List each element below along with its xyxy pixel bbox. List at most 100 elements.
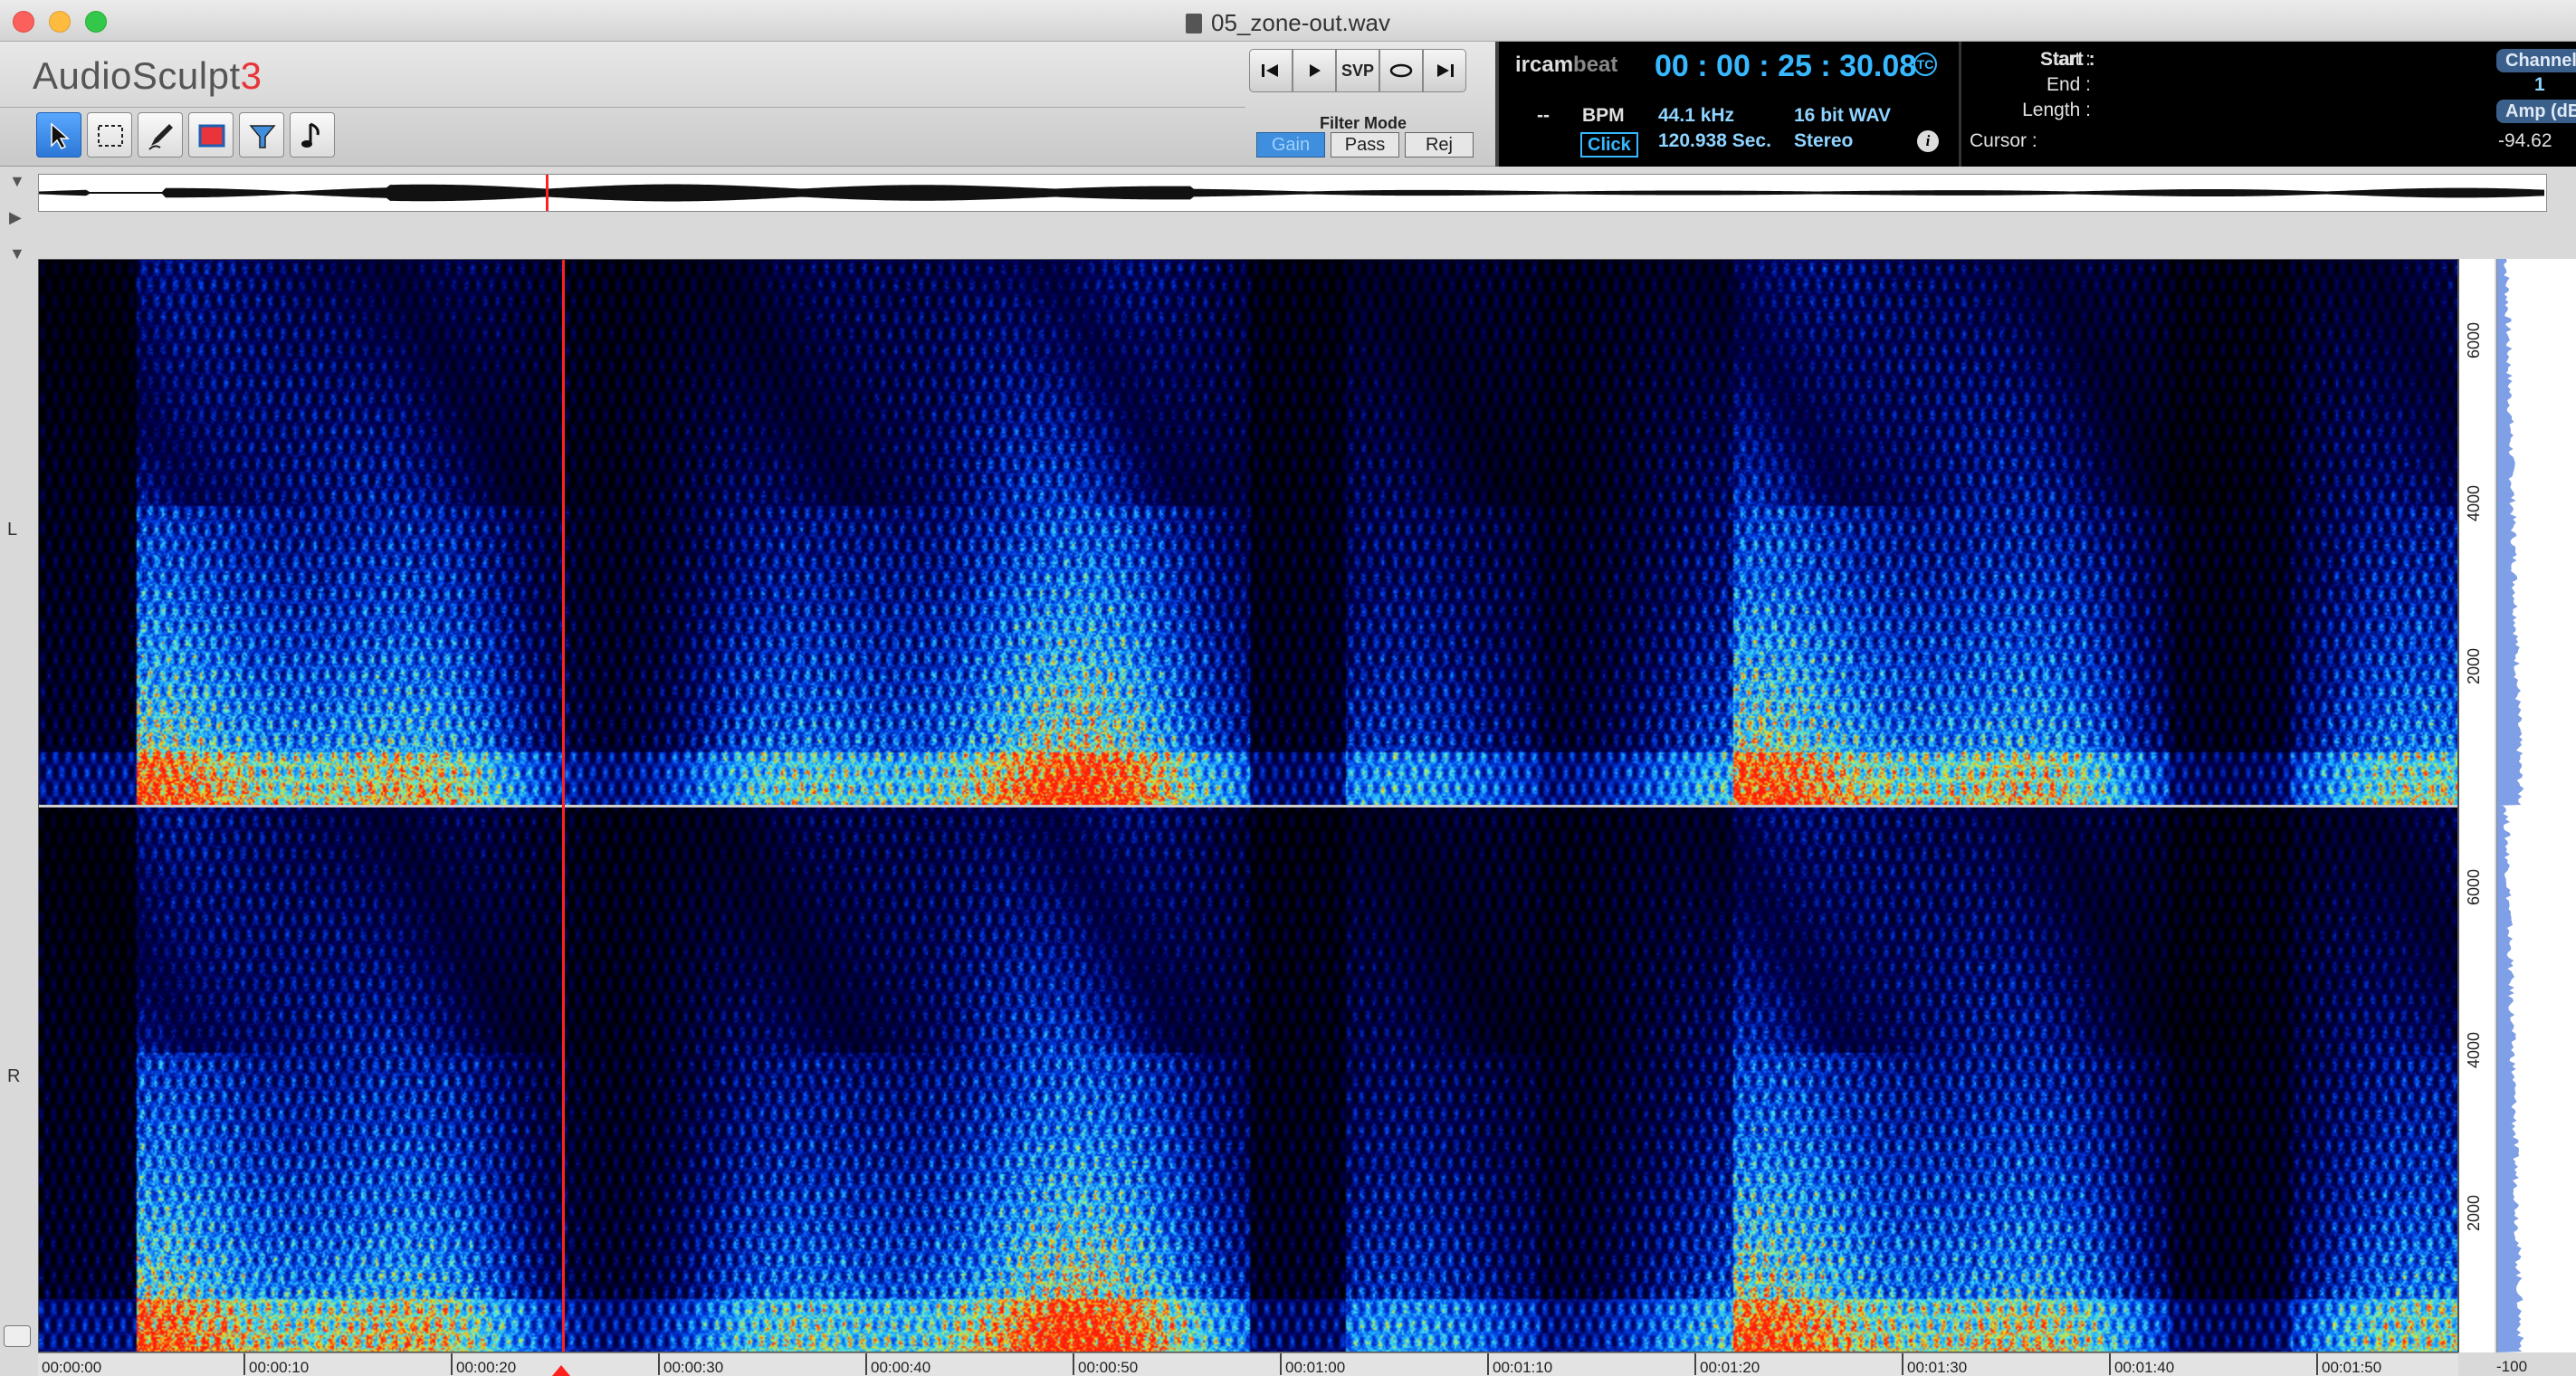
skip-back-icon: [1262, 64, 1278, 77]
channel-value: 1: [2534, 74, 2545, 95]
pencil-tool-button[interactable]: [138, 112, 183, 158]
loop-icon: [1389, 63, 1413, 78]
play-button[interactable]: [1293, 49, 1336, 92]
waveform-shape: [39, 184, 2544, 202]
spectrum-meter-left: [2496, 259, 2576, 806]
frequency-ruler-left: 6000 4000 2000: [2458, 259, 2495, 806]
cursor-value: 00 : 00 : 38 : 74.18: [2053, 130, 2212, 151]
spectrum-meter-svg: [2497, 259, 2524, 806]
app-logo: AudioSculpt3: [33, 54, 262, 98]
channel-box-wrap: Channel: [2440, 49, 2576, 76]
time-tick-label: 00:00:00: [42, 1359, 102, 1376]
time-tick-label: 00:00:40: [871, 1359, 931, 1376]
cursor-hz: 5981.77 Hz: [2241, 130, 2339, 151]
time-tick-label: 00:00:30: [663, 1359, 724, 1376]
amp-box-wrap: Amp (dB): [2440, 100, 2576, 127]
spectrogram-view[interactable]: [38, 259, 2458, 1352]
box-tool-button[interactable]: [188, 112, 234, 158]
pointer-icon: [51, 122, 70, 149]
time-tick-label: 00:00:10: [249, 1359, 310, 1376]
window-title-text: 05_zone-out.wav: [1210, 9, 1391, 36]
collapse-arrow-icon-2[interactable]: ▼: [9, 244, 25, 263]
expand-arrow-icon[interactable]: ▶: [9, 208, 22, 227]
start-hz: 0 Hz: [2328, 49, 2368, 70]
freq-label: 4000: [2465, 1031, 2483, 1068]
time-tick: [658, 1353, 660, 1375]
play-icon: [1310, 64, 1321, 77]
overview-cursor: [546, 175, 549, 211]
time-tick-label: 00:01:50: [2322, 1359, 2382, 1376]
info-rows: Start : 00 : 00 : 00 : 00.01 End : 00 : …: [1499, 42, 2576, 167]
start-label-text: Start :: [2039, 49, 2091, 70]
end-dash: -: [2382, 74, 2389, 95]
logo-version: 3: [240, 54, 262, 97]
note-icon: [301, 122, 320, 148]
freq-label: 4000: [2465, 484, 2483, 521]
time-tick: [1694, 1353, 1696, 1375]
end-value: 00 : 00 : 00 : 00.01: [2096, 74, 2256, 95]
amp-value: -94.62: [2498, 130, 2552, 151]
time-ruler[interactable]: 00:00:00 00:00:10 00:00:20 00:00:30 00:00:40…: [38, 1352, 2458, 1376]
amp-label: Amp (dB): [2496, 100, 2576, 123]
transport-controls: SVP: [1249, 49, 1466, 92]
start-dash: -: [2382, 49, 2389, 70]
selection-tool-button[interactable]: [87, 112, 132, 158]
channel-divider: [39, 805, 2457, 807]
end-hz: 0 Hz: [2328, 74, 2368, 95]
cursor-label: Cursor :: [1970, 130, 2037, 151]
freq-label: 2000: [2465, 1194, 2483, 1231]
time-tick: [1280, 1353, 1282, 1375]
cursor-note: F#8: [2411, 130, 2445, 151]
filter-mode-rej[interactable]: Rej: [1405, 132, 1474, 158]
rewind-button[interactable]: [1249, 49, 1293, 92]
filter-icon: [249, 125, 276, 148]
filter-tool-button[interactable]: [239, 112, 284, 158]
time-tick-label: 00:01:00: [1285, 1359, 1346, 1376]
loop-button[interactable]: [1379, 49, 1423, 92]
time-tick: [243, 1353, 245, 1375]
cursor-midi: 114: [2368, 130, 2399, 151]
note-tool-button[interactable]: [290, 112, 335, 158]
toolbar: AudioSculpt3 SVP Filter Mode Gain Pass R…: [0, 42, 1495, 167]
eye-toggle-icon[interactable]: [4, 1325, 31, 1347]
filter-mode-gain[interactable]: Gain: [1256, 132, 1325, 158]
channel-label-left: L: [7, 520, 18, 540]
color-box-icon: [198, 124, 225, 148]
filter-mode-group: Gain Pass Rej: [1256, 132, 1474, 158]
tool-palette: [36, 112, 335, 158]
time-tick: [2109, 1353, 2111, 1375]
playback-cursor[interactable]: [562, 260, 565, 1352]
cursor-marker-icon[interactable]: [552, 1365, 570, 1376]
skip-forward-button[interactable]: [1423, 49, 1466, 92]
time-tick: [1073, 1353, 1074, 1375]
spectrum-meter-right: [2496, 806, 2576, 1352]
window-title: 05_zone-out.wav: [0, 9, 2576, 37]
meter-scale-label: -100: [2496, 1358, 2528, 1375]
length-label: Length :: [2022, 100, 2091, 120]
overview-waveform[interactable]: [38, 174, 2547, 212]
time-tick: [2316, 1353, 2318, 1375]
logo-text: AudioSculpt: [33, 54, 241, 97]
time-tick-label: 00:01:40: [2114, 1359, 2175, 1376]
time-tick: [451, 1353, 453, 1375]
time-tick: [1487, 1353, 1489, 1375]
svp-button[interactable]: SVP: [1336, 49, 1379, 92]
time-tick-label: 00:00:50: [1078, 1359, 1139, 1376]
length-hz: 0 Hz: [2328, 100, 2368, 120]
waveform-svg: [39, 175, 2544, 211]
freq-label: 6000: [2465, 868, 2483, 905]
toolbar-divider: [0, 107, 1245, 108]
filter-mode-pass[interactable]: Pass: [1331, 132, 1399, 158]
pointer-tool-button[interactable]: [36, 112, 81, 158]
time-tick-label: 00:01:30: [1907, 1359, 1968, 1376]
freq-label: 2000: [2465, 647, 2483, 684]
collapse-arrow-icon[interactable]: ▼: [9, 172, 25, 191]
time-tick: [865, 1353, 867, 1375]
freq-label: 6000: [2465, 321, 2483, 358]
length-dash: -: [2382, 100, 2389, 120]
time-tick-label: 00:01:10: [1493, 1359, 1553, 1376]
filter-mode-label: Filter Mode: [1320, 114, 1407, 132]
pencil-icon: [148, 124, 173, 150]
spectrum-meter-shape: [2497, 259, 2524, 806]
time-tick: [1902, 1353, 1903, 1375]
